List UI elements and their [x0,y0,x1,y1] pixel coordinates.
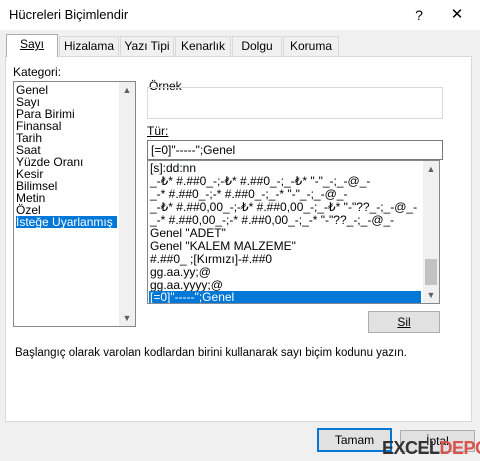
tab-label: Sayı [19,37,44,51]
type-item-selected[interactable]: [=0]"-----";Genel [149,291,421,303]
type-scrollbar[interactable]: ▲ ▼ [423,161,439,303]
type-item[interactable]: _-* #.##0_-;-* #.##0_-;_-* "-"_-;_-@_- [150,188,347,200]
help-button[interactable]: ? [408,4,430,26]
scroll-up-icon[interactable]: ▲ [423,161,439,177]
type-item[interactable]: [s]:dd:nn [150,162,196,174]
tab-number[interactable]: Sayı [6,34,58,57]
title-bar: Hücreleri Biçimlendir ? ✕ [0,0,480,30]
tab-label: Dolgu [241,39,273,53]
tab-protection[interactable]: Koruma [283,36,339,56]
tab-alignment[interactable]: Hizalama [59,36,119,56]
tab-label: Yazı Tipi [124,39,170,53]
scroll-down-icon[interactable]: ▼ [423,287,439,303]
type-input[interactable]: [=0]"-----";Genel [147,140,443,160]
delete-label: Sil [397,315,411,329]
type-item[interactable]: _-₺* #.##0,00_-;-₺* #.##0,00_-;_-₺* "-"?… [150,201,417,213]
ok-label: Tamam [334,433,375,447]
type-label: Tür: [147,124,169,138]
scroll-up-icon[interactable]: ▲ [119,82,135,98]
category-item-custom[interactable]: İsteğe Uyarlanmış [16,216,117,228]
hint-text: Başlangıç olarak varolan kodlardan birin… [15,347,407,359]
tab-label: Hizalama [63,39,114,53]
category-scrollbar[interactable]: ▲ ▼ [119,82,135,326]
format-cells-dialog: Hücreleri Biçimlendir ? ✕ Sayı Hizalama … [0,0,480,461]
type-item[interactable]: Genel "ADET" [150,227,226,239]
watermark-prefix: EXCEL [382,438,440,458]
number-tab-panel: Kategori: Genel Sayı Para Birimi Finansa… [5,56,472,422]
type-item[interactable]: #.##0_ ;[Kırmızı]-#.##0 [150,253,272,265]
type-item[interactable]: Genel "KALEM MALZEME" [150,240,296,252]
tab-border[interactable]: Kenarlık [175,36,231,56]
tab-label: Kenarlık [180,39,226,53]
dialog-title: Hücreleri Biçimlendir [9,7,129,22]
scroll-down-icon[interactable]: ▼ [119,310,135,326]
type-item[interactable]: _-* #.##0,00_-;-* #.##0,00_-;_-* "-"??_-… [150,214,394,226]
type-item[interactable]: _-₺* #.##0_-;-₺* #.##0_-;_-₺* "-"_-;_-@_… [150,175,370,187]
watermark-logo: EXCELDEPO [382,438,480,459]
ok-button[interactable]: Tamam [317,428,392,452]
tab-font[interactable]: Yazı Tipi [120,36,174,56]
type-item[interactable]: gg.aa.yy;@ [150,266,211,278]
scroll-thumb[interactable] [425,259,437,285]
category-list[interactable]: Genel Sayı Para Birimi Finansal Tarih Sa… [13,81,136,327]
category-label: Kategori: [13,65,62,79]
type-list[interactable]: [s]:dd:nn _-₺* #.##0_-;-₺* #.##0_-;_-₺* … [147,160,440,304]
sample-box [147,87,443,119]
watermark-suffix: DEPO [439,438,480,458]
tab-label: Koruma [289,39,333,53]
delete-button[interactable]: Sil [368,311,440,333]
tab-fill[interactable]: Dolgu [232,36,282,56]
close-button[interactable]: ✕ [445,4,469,26]
